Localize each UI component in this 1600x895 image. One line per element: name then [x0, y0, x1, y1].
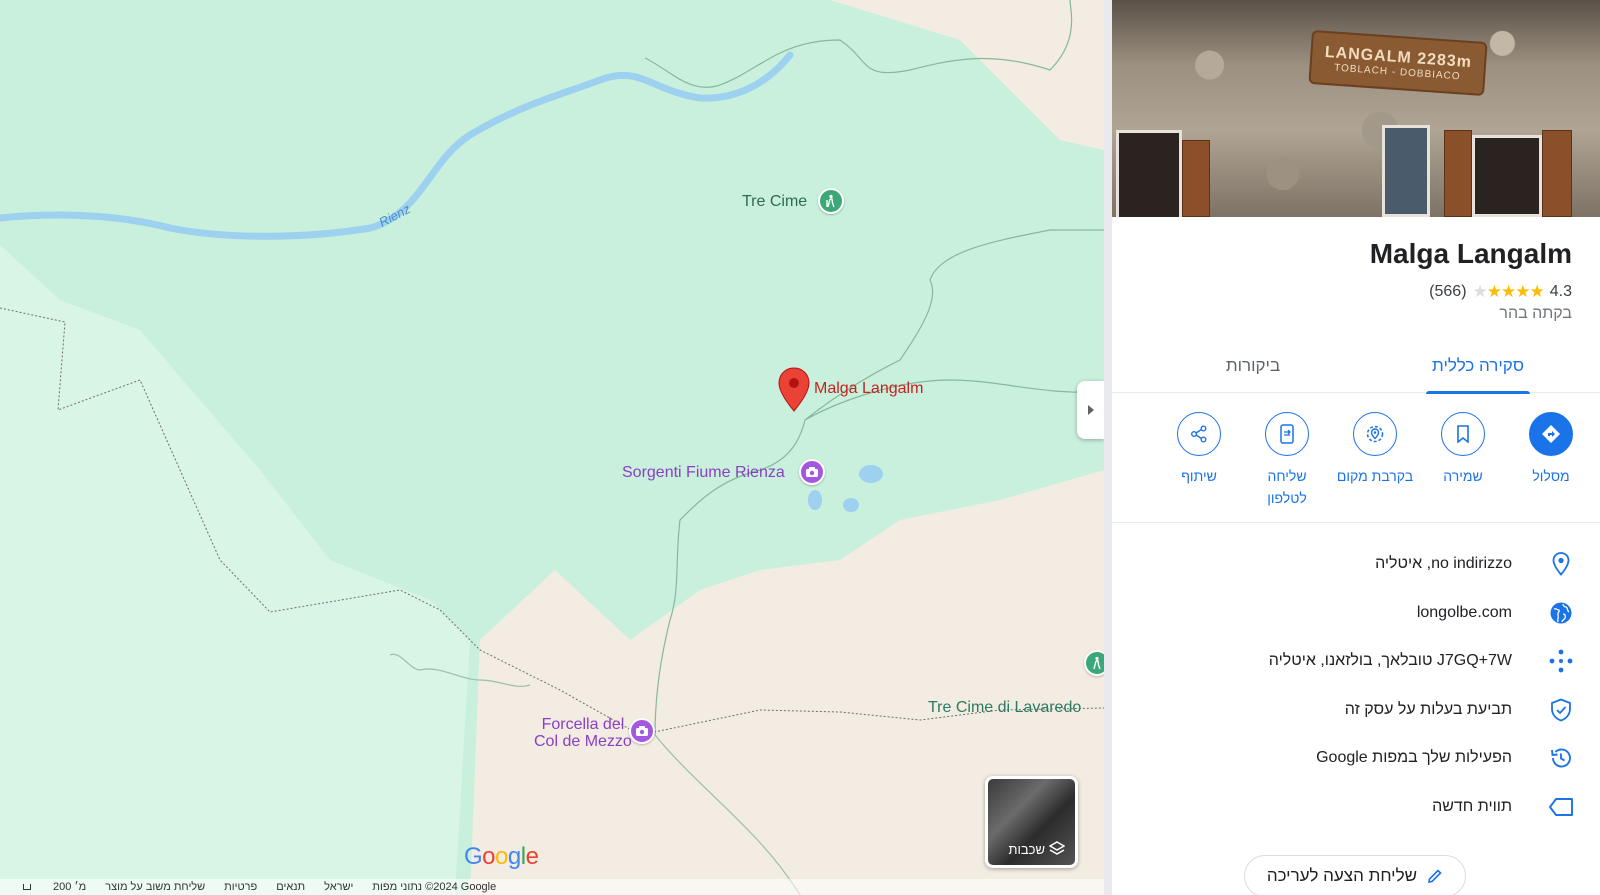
google-logo-letter: e: [525, 843, 539, 870]
send-to-phone-label-line2: לטלפון: [1267, 490, 1307, 506]
photo-window: [1382, 125, 1430, 217]
star-empty-icon: ★: [1472, 282, 1488, 301]
google-logo-letter: o: [482, 843, 496, 870]
terms-link[interactable]: תנאים: [276, 881, 305, 893]
pencil-icon: [1428, 869, 1442, 883]
location-pin-icon: [1552, 552, 1570, 577]
map-data-attribution: נתוני מפות ‎©2024 Google: [372, 881, 497, 893]
map-terrain: [0, 0, 1104, 895]
send-to-phone-icon: [1280, 424, 1294, 444]
poi-label-tre-cime-lavaredo[interactable]: Tre Cime di Lavaredo: [928, 699, 1081, 717]
tab-reviews[interactable]: ביקורות: [1208, 338, 1298, 393]
globe-icon: [1550, 602, 1572, 624]
save-button[interactable]: שמירה: [1419, 412, 1507, 487]
rating-stars: ★★★★★: [1472, 282, 1545, 302]
bookmark-icon: [1457, 425, 1469, 443]
action-buttons: מסלול שמירה בקרבת מקום שליחה לטלפון שיתו…: [1112, 395, 1600, 523]
nearby-button[interactable]: בקרבת מקום: [1331, 412, 1419, 487]
info-row-plus-code[interactable]: J7GQ+7W טובלאך, בולזאנו, איטליה: [1112, 637, 1600, 686]
shield-check-icon: [1551, 698, 1571, 722]
privacy-link[interactable]: פרטיות: [224, 881, 257, 893]
feedback-link[interactable]: שליחת משוב על מוצר: [105, 881, 205, 893]
place-tabs: סקירה כללית ביקורות: [1112, 338, 1600, 394]
hiking-icon[interactable]: [1084, 650, 1104, 676]
send-to-phone-label-line1: שליחה: [1267, 468, 1307, 484]
share-button[interactable]: שיתוף: [1155, 412, 1243, 487]
info-row-website[interactable]: longolbe.com: [1112, 589, 1600, 638]
website-text: longolbe.com: [1416, 603, 1512, 621]
info-row-add-label[interactable]: תווית חדשה: [1112, 783, 1600, 832]
nearby-label: בקרבת מקום: [1336, 468, 1414, 484]
info-row-claim-business[interactable]: תביעת בעלות על עסק זה: [1112, 686, 1600, 735]
layers-button[interactable]: שכבות: [985, 776, 1078, 868]
plus-code-icon: [1549, 649, 1573, 673]
directions-button[interactable]: מסלול: [1507, 412, 1595, 487]
hiking-icon[interactable]: [818, 188, 844, 214]
photo-window: [1116, 130, 1182, 217]
review-count[interactable]: (566): [1429, 283, 1466, 301]
place-title: Malga Langalm: [1369, 238, 1572, 269]
info-row-address[interactable]: no indirizzo, איטליה: [1112, 540, 1600, 589]
photo-shutter: [1542, 130, 1572, 217]
share-label: שיתוף: [1181, 468, 1217, 484]
info-row-your-activity[interactable]: הפעילות שלך במפות Google: [1112, 734, 1600, 783]
send-to-phone-button[interactable]: שליחה לטלפון: [1243, 412, 1331, 509]
send-to-phone-label: שליחה לטלפון: [1267, 465, 1307, 509]
google-logo-letter: g: [507, 843, 521, 870]
rating-row[interactable]: 4.3 ★★★★★ (566): [1429, 282, 1572, 302]
place-details-panel: LANGALM 2283m TOBLACH - DOBBIACO Malga L…: [1104, 0, 1600, 895]
collapse-panel-button[interactable]: [1077, 381, 1104, 439]
google-logo: Google: [464, 843, 539, 871]
nearby-icon: [1366, 425, 1384, 443]
scale-label: 200 מ׳: [53, 881, 87, 893]
directions-icon: [1542, 425, 1560, 443]
rating-value: 4.3: [1549, 283, 1572, 300]
claim-business-text: תביעת בעלות על עסק זה: [1344, 700, 1512, 718]
scale-indicator[interactable]: 200 מ׳: [0, 881, 86, 893]
place-category[interactable]: בקתה בהר: [1499, 305, 1572, 323]
save-label: שמירה: [1443, 468, 1483, 484]
poi-label-sorgenti[interactable]: Sorgenti Fiume Rienza: [622, 464, 785, 482]
suggest-edit-button[interactable]: שליחת הצעה לעריכה: [1243, 855, 1466, 895]
camera-icon[interactable]: [799, 459, 825, 485]
poi-label-tre-cime[interactable]: Tre Cime: [742, 193, 807, 211]
tab-overview[interactable]: סקירה כללית: [1426, 338, 1530, 394]
suggest-edit-label: שליחת הצעה לעריכה: [1266, 866, 1417, 885]
selected-place-marker-icon[interactable]: [777, 367, 811, 413]
address-text: no indirizzo, איטליה: [1375, 555, 1512, 573]
photo-shutter: [1182, 140, 1210, 217]
country-link[interactable]: ישראל: [324, 881, 353, 893]
photo-shutter: [1444, 130, 1472, 217]
scale-bar: [23, 884, 31, 890]
camera-icon[interactable]: [629, 718, 655, 744]
google-logo-letter: o: [495, 843, 508, 870]
google-logo-letter: G: [464, 843, 483, 870]
label-icon: [1549, 797, 1573, 816]
share-icon: [1191, 425, 1207, 443]
place-info-list: no indirizzo, איטליה longolbe.com J7GQ+7…: [1112, 540, 1600, 831]
directions-label: מסלול: [1532, 468, 1570, 484]
place-hero-photo[interactable]: LANGALM 2283m TOBLACH - DOBBIACO: [1112, 0, 1600, 217]
star-icon: ★★★★: [1486, 282, 1545, 301]
poi-label-forcella[interactable]: Forcella del Col de Mezzo: [534, 716, 632, 750]
poi-label-forcella-line2: Col de Mezzo: [534, 733, 632, 750]
your-activity-text: הפעילות שלך במפות Google: [1316, 749, 1512, 767]
add-label-text: תווית חדשה: [1432, 797, 1512, 815]
plus-code-text: J7GQ+7W טובלאך, בולזאנו, איטליה: [1268, 652, 1512, 670]
history-icon: [1551, 748, 1571, 768]
map-footer: 200 מ׳ שליחת משוב על מוצר פרטיות תנאים י…: [0, 879, 1104, 895]
layers-icon: [1049, 841, 1065, 855]
photo-window: [1472, 135, 1542, 217]
poi-label-malga-langalm[interactable]: Malga Langalm: [814, 380, 923, 398]
tab-reviews-label: ביקורות: [1225, 355, 1281, 375]
layers-label: שכבות: [1008, 842, 1045, 857]
poi-label-forcella-line1: Forcella del: [541, 716, 625, 733]
caret-right-icon: [1087, 405, 1094, 415]
tab-overview-label: סקירה כללית: [1432, 355, 1524, 375]
map-canvas[interactable]: Rienz Tre Cime Malga Langalm Sorgenti Fi…: [0, 0, 1104, 895]
